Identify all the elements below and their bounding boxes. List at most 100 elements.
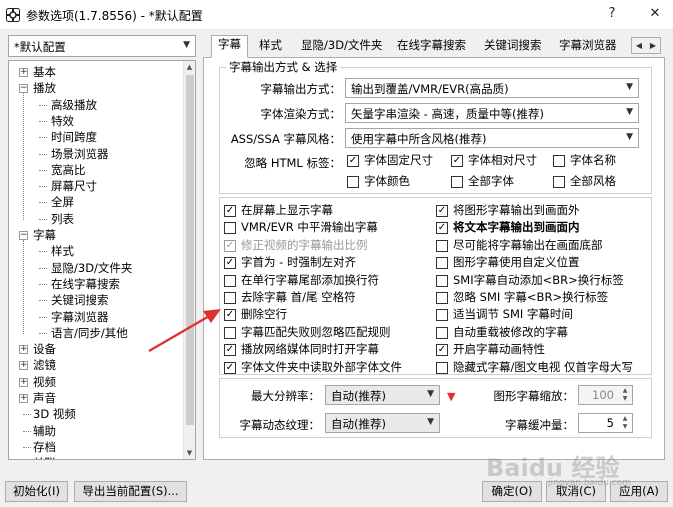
tree-item[interactable]: 样式 (39, 243, 74, 259)
tree-item[interactable]: 全屏 (39, 194, 74, 210)
checkbox-checked-icon[interactable]: ✓ (224, 344, 236, 357)
tree-item[interactable]: 列表 (39, 211, 74, 227)
tree-item[interactable]: + 声音 (19, 390, 56, 406)
checkbox-unchecked-icon[interactable] (436, 326, 448, 339)
tab-subtitle[interactable]: 字幕 (211, 35, 248, 58)
option-checkbox[interactable]: 全部字体 (451, 174, 514, 190)
scroll-down-icon[interactable]: ▼ (184, 447, 195, 459)
option-checkbox[interactable]: ✓ 将文本字幕输出到画面内 (436, 220, 580, 236)
tab-style[interactable]: 样式 (253, 37, 288, 56)
option-checkbox[interactable]: 忽略 SMI 字幕<BR>换行标签 (436, 290, 608, 306)
option-checkbox[interactable]: 在单行字幕尾部添加换行符 (224, 273, 379, 289)
tree-item[interactable]: 存档 (19, 439, 56, 455)
scroll-up-icon[interactable]: ▲ (184, 61, 195, 73)
init-button[interactable]: 初始化(I) (5, 481, 68, 502)
checkbox-checked-icon[interactable]: ✓ (436, 222, 448, 235)
checkbox-unchecked-icon[interactable] (553, 155, 565, 167)
checkbox-checked-icon[interactable]: ✓ (436, 205, 448, 217)
tab-left-icon[interactable]: ◀ (632, 38, 646, 53)
option-checkbox[interactable]: ✓ 开启字幕动画特性 (436, 342, 545, 358)
tree-item[interactable]: 屏幕尺寸 (39, 178, 97, 194)
expand-icon[interactable]: + (19, 345, 28, 355)
close-button[interactable]: ✕ (637, 0, 673, 30)
expand-icon[interactable]: + (19, 377, 28, 387)
buffer-spinner[interactable]: 5 ▲ ▼ (578, 413, 633, 433)
tree-item[interactable]: 辅助 (19, 423, 56, 439)
checkbox-checked-icon[interactable]: ✓ (436, 344, 448, 357)
scroll-thumb[interactable] (186, 75, 194, 425)
tree-scrollbar[interactable]: ▲ ▼ (183, 61, 195, 459)
option-checkbox[interactable]: 全部风格 (553, 174, 616, 190)
option-checkbox[interactable]: 字幕匹配失败则忽略匹配规则 (224, 325, 391, 341)
spin-up-icon[interactable]: ▲ (619, 415, 631, 423)
tree-item[interactable]: 特效 (39, 113, 74, 129)
option-checkbox[interactable]: ✓ 字体相对尺寸 (451, 153, 537, 169)
option-checkbox[interactable]: ✓ 字首为 - 时强制左对齐 (224, 255, 356, 271)
checkbox-unchecked-icon[interactable] (451, 176, 463, 188)
checkbox-checked-icon[interactable]: ✓ (224, 205, 236, 217)
option-checkbox[interactable]: ✓ 在屏幕上显示字幕 (224, 203, 333, 219)
tree-item[interactable]: + 滤镜 (19, 357, 56, 373)
tree-item[interactable]: 3D 视频 (19, 406, 76, 422)
tree-item[interactable]: 语言/同步/其他 (39, 325, 128, 341)
tree-item[interactable]: 关联 (19, 455, 56, 459)
option-checkbox[interactable]: 图形字幕使用自定义位置 (436, 255, 580, 271)
tree-item[interactable]: 场景浏览器 (39, 146, 109, 162)
checkbox-checked-icon[interactable]: ✓ (451, 155, 463, 167)
checkbox-unchecked-icon[interactable] (224, 292, 236, 304)
tab-subtitle-browser[interactable]: 字幕浏览器 (553, 37, 623, 56)
expand-icon[interactable]: + (19, 361, 28, 371)
tree-item[interactable]: 宽高比 (39, 162, 86, 178)
checkbox-checked-icon[interactable]: ✓ (347, 155, 359, 167)
checkbox-checked-icon[interactable]: ✓ (224, 361, 236, 374)
tree-item[interactable]: 显隐/3D/文件夹 (39, 260, 132, 276)
tree-item[interactable]: 字幕浏览器 (39, 309, 109, 325)
collapse-icon[interactable]: − (19, 231, 28, 240)
tab-online-search[interactable]: 在线字幕搜索 (391, 37, 472, 56)
checkbox-unchecked-icon[interactable] (436, 274, 448, 287)
option-checkbox[interactable]: ✓ 播放网络媒体同时打开字幕 (224, 342, 379, 358)
option-checkbox[interactable]: 隐藏式字幕/图文电视 仅首字母大写 (436, 360, 633, 376)
checkbox-unchecked-icon[interactable] (224, 326, 236, 339)
checkbox-unchecked-icon[interactable] (224, 222, 236, 235)
checkbox-unchecked-icon[interactable] (553, 176, 565, 188)
option-checkbox[interactable]: ✓ 字体固定尺寸 (347, 153, 433, 169)
tree-item[interactable]: + 视频 (19, 374, 56, 390)
tree-item[interactable]: 关键词搜索 (39, 292, 109, 308)
option-checkbox[interactable]: 尽可能将字幕输出在画面底部 (436, 238, 603, 254)
checkbox-unchecked-icon[interactable] (436, 361, 448, 374)
tab-keyword-search[interactable]: 关键词搜索 (478, 37, 548, 56)
max-res-select[interactable]: 自动(推荐) ▼ (325, 385, 440, 405)
dyn-texture-select[interactable]: 自动(推荐) ▼ (325, 413, 440, 433)
tree-item[interactable]: 时间跨度 (39, 129, 97, 145)
option-checkbox[interactable]: SMI字幕自动添加<BR>换行标签 (436, 273, 624, 289)
option-checkbox[interactable]: ✓ 删除空行 (224, 307, 287, 323)
tree-item[interactable]: 高级播放 (39, 97, 97, 113)
tree-item[interactable]: + 基本 (19, 64, 56, 80)
checkbox-unchecked-icon[interactable] (436, 257, 448, 270)
checkbox-unchecked-icon[interactable] (436, 292, 448, 304)
tab-visibility[interactable]: 显隐/3D/文件夹 (295, 37, 388, 56)
checkbox-unchecked-icon[interactable] (436, 239, 448, 252)
option-checkbox[interactable]: 去除字幕 首/尾 空格符 (224, 290, 356, 306)
option-checkbox[interactable]: ✓ 将图形字幕输出到画面外 (436, 203, 580, 219)
spin-down-icon[interactable]: ▼ (619, 423, 631, 431)
expand-icon[interactable]: + (19, 394, 28, 403)
tree-item[interactable]: 在线字幕搜索 (39, 276, 120, 292)
render-mode-select[interactable]: 矢量字串渲染 - 高速，质量中等(推荐) ▼ (345, 103, 639, 123)
profile-select[interactable]: *默认配置 ▼ (8, 35, 196, 57)
collapse-icon[interactable]: − (19, 84, 28, 94)
tree-item[interactable]: + 设备 (19, 341, 56, 357)
checkbox-unchecked-icon[interactable] (347, 176, 359, 188)
ass-style-select[interactable]: 使用字幕中所含风格(推荐) ▼ (345, 128, 639, 148)
option-checkbox[interactable]: 自动重载被修改的字幕 (436, 325, 568, 341)
export-config-button[interactable]: 导出当前配置(S)... (74, 481, 187, 502)
category-tree[interactable]: ▲ ▼ + 基本 − 播放 高级播放 特效 时间跨度 场景浏览器 宽高比 屏幕尺寸 全屏 列表 − 字幕样… (8, 60, 196, 460)
expand-icon[interactable]: + (19, 68, 28, 77)
tree-item[interactable]: − 字幕 (19, 227, 56, 243)
option-checkbox[interactable]: 字体颜色 (347, 174, 410, 190)
checkbox-checked-icon[interactable]: ✓ (224, 309, 236, 322)
help-button[interactable]: ? (594, 0, 630, 30)
tree-item[interactable]: − 播放 (19, 80, 56, 96)
checkbox-checked-icon[interactable]: ✓ (224, 257, 236, 270)
